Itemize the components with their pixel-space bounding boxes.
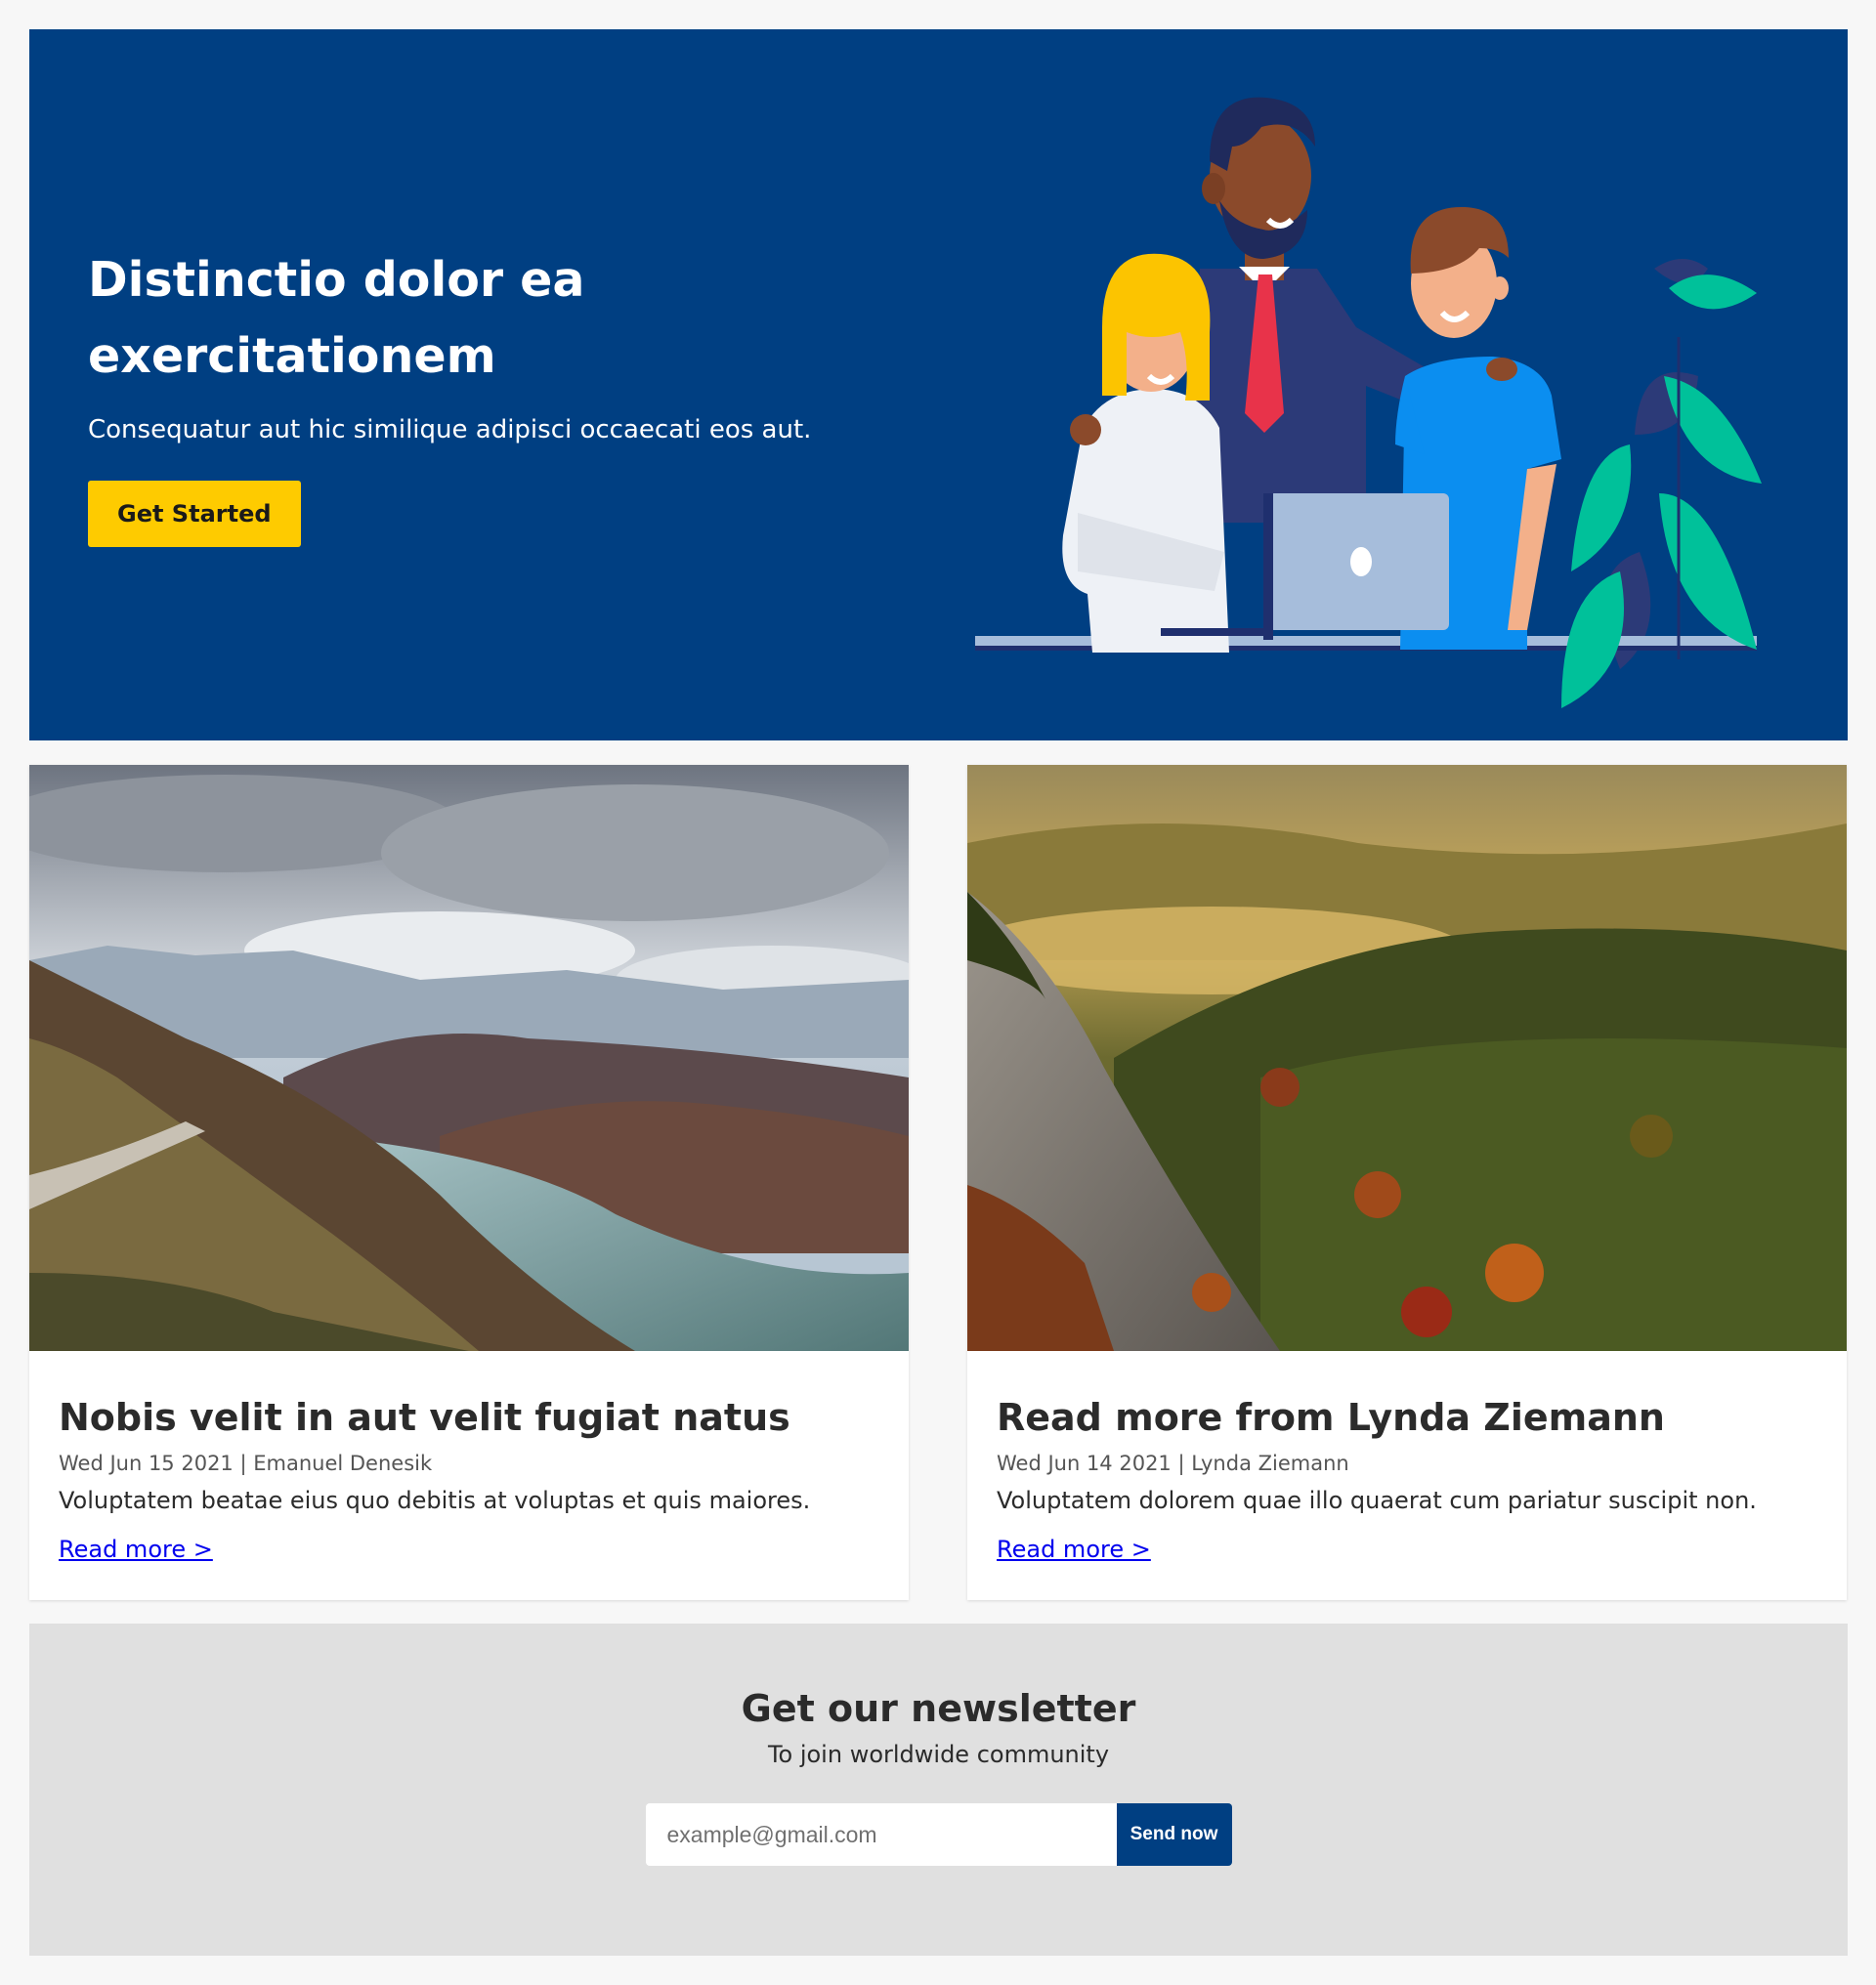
- email-input[interactable]: [645, 1803, 1117, 1866]
- send-now-button[interactable]: Send now: [1116, 1803, 1232, 1866]
- post-title: Nobis velit in aut velit fugiat natus: [59, 1396, 790, 1439]
- newsletter-subtitle: To join worldwide community: [767, 1741, 1110, 1768]
- read-more-link[interactable]: Read more >: [997, 1536, 1151, 1563]
- post-excerpt: Voluptatem dolorem quae illo quaerat cum…: [997, 1487, 1757, 1514]
- post-date: Wed Jun 15 2021: [59, 1452, 234, 1475]
- meta-separator: |: [1171, 1452, 1192, 1475]
- hero-text: Distinctio dolor ea exercitationem Conse…: [88, 242, 909, 547]
- meta-separator: |: [233, 1452, 254, 1475]
- hero-title: Distinctio dolor ea exercitationem: [88, 252, 585, 384]
- post-card: Nobis velit in aut velit fugiat natus We…: [29, 765, 909, 1600]
- post-author: Lynda Ziemann: [1191, 1452, 1349, 1475]
- read-more-link[interactable]: Read more >: [59, 1536, 213, 1563]
- hero-subtitle: Consequatur aut hic similique adipisci o…: [88, 415, 812, 444]
- newsletter-form: Send now: [29, 1803, 1848, 1866]
- post-author: Emanuel Denesik: [253, 1452, 433, 1475]
- hero-banner: Distinctio dolor ea exercitationem Conse…: [29, 29, 1848, 740]
- get-started-button[interactable]: Get Started: [88, 481, 301, 547]
- post-date: Wed Jun 14 2021: [997, 1452, 1172, 1475]
- post-excerpt: Voluptatem beatae eius quo debitis at vo…: [59, 1487, 811, 1514]
- newsletter-title: Get our newsletter: [741, 1687, 1136, 1730]
- team-illustration: [975, 97, 1762, 708]
- post-title: Read more from Lynda Ziemann: [997, 1396, 1665, 1439]
- post-card-body: Nobis velit in aut velit fugiat natus We…: [29, 1351, 909, 1563]
- post-card: Read more from Lynda Ziemann Wed Jun 14 …: [967, 765, 1847, 1600]
- post-meta: Wed Jun 15 2021 | Emanuel Denesik: [59, 1450, 879, 1477]
- mountain-lake-image: [29, 765, 909, 1351]
- newsletter-section: Get our newsletter To join worldwide com…: [29, 1624, 1848, 1956]
- post-meta: Wed Jun 14 2021 | Lynda Ziemann: [997, 1450, 1817, 1477]
- forest-cliff-image: [967, 765, 1847, 1351]
- post-card-body: Read more from Lynda Ziemann Wed Jun 14 …: [967, 1351, 1847, 1563]
